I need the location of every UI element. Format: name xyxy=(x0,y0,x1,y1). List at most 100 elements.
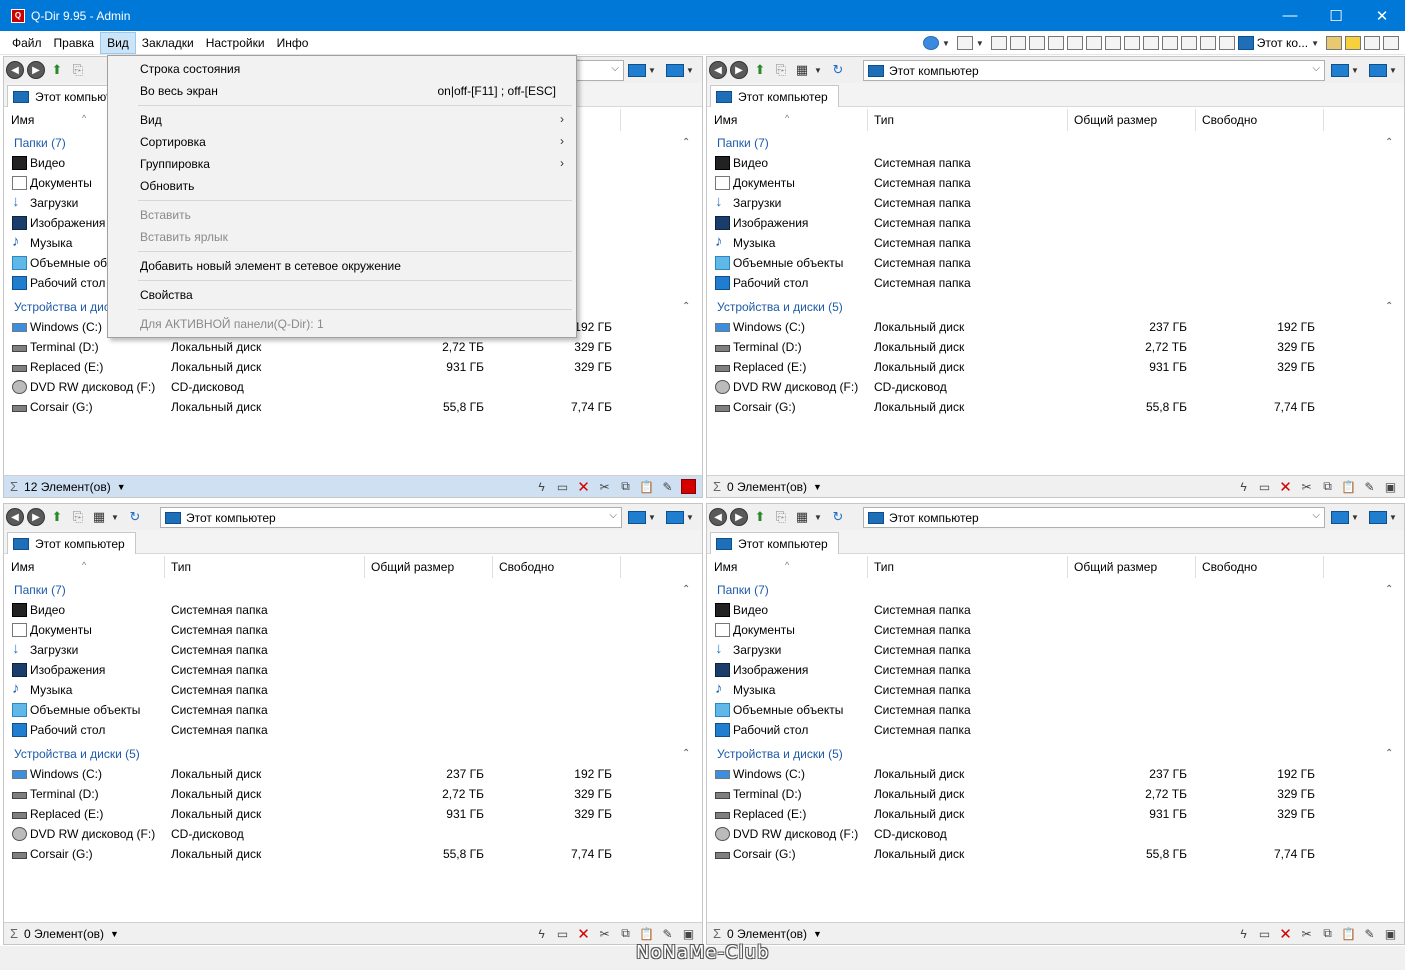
menu-item-properties[interactable]: Свойства xyxy=(108,284,576,306)
list-item[interactable]: Видео Системная папка xyxy=(707,600,1404,620)
tab-this-pc[interactable]: Этот компьютер xyxy=(710,532,839,554)
forward-icon[interactable]: ▶ xyxy=(730,508,748,526)
list-item[interactable]: Изображения Системная папка xyxy=(707,660,1404,680)
collapse-icon[interactable]: ⌃ xyxy=(1385,137,1393,148)
list-item[interactable]: ↓ Загрузки Системная папка xyxy=(4,640,702,660)
list-item[interactable]: ↓ Загрузки Системная папка xyxy=(707,193,1404,213)
group-folders[interactable]: Папки (7) xyxy=(717,136,769,150)
table-row[interactable]: Replaced (E:) Локальный диск 931 ГБ 329 ГБ xyxy=(707,804,1404,824)
col-type[interactable]: Тип xyxy=(874,560,894,574)
list-item[interactable]: Объемные объекты Системная папка xyxy=(707,253,1404,273)
star-icon[interactable] xyxy=(1345,36,1361,50)
address-bar[interactable]: Этот компьютер ⌵ xyxy=(863,507,1325,528)
menu-item-status-bar[interactable]: Строка состояния xyxy=(108,58,576,80)
back-icon[interactable]: ◀ xyxy=(6,61,24,79)
pane-icon[interactable]: ▣ xyxy=(1383,479,1398,494)
menu-item-paste[interactable]: Вставить xyxy=(108,204,576,226)
delete-icon[interactable]: ✕ xyxy=(1278,479,1293,496)
refresh-icon[interactable]: ↻ xyxy=(126,508,144,526)
paste-icon[interactable]: 📋 xyxy=(1341,479,1356,494)
table-row[interactable]: Windows (C:)Локальный диск237 ГБ192 ГБ xyxy=(707,317,1404,337)
view-grid-icon[interactable]: ▦ xyxy=(90,508,108,526)
view-mode-button[interactable]: ▼ xyxy=(628,508,664,526)
new-folder-icon[interactable]: ⎘ xyxy=(69,508,87,526)
layout-9-icon[interactable] xyxy=(1123,36,1140,50)
table-row[interactable]: Terminal (D:) Локальный диск 2,72 ТБ 329 ГБ xyxy=(4,337,702,357)
table-row[interactable]: Windows (C:)Локальный диск237 ГБ192 ГБ xyxy=(707,764,1404,784)
chevron-down-icon[interactable]: ▼ xyxy=(110,929,119,939)
item-count[interactable]: 12 Элемент(ов) xyxy=(24,480,111,494)
tab-this-pc[interactable]: Этот компьютер xyxy=(710,85,839,107)
list-item[interactable]: Изображения Системная папка xyxy=(4,660,702,680)
collapse-icon[interactable]: ⌃ xyxy=(1385,301,1393,312)
close-button[interactable]: ✕ xyxy=(1359,0,1405,31)
layout-3-icon[interactable] xyxy=(1009,36,1026,50)
layout-6-icon[interactable] xyxy=(1066,36,1083,50)
item-count[interactable]: 0 Элемент(ов) xyxy=(24,927,104,941)
table-row[interactable]: Corsair (G:) Локальный диск 55,8 ГБ 7,74 ГБ xyxy=(4,397,702,417)
edit-icon[interactable]: ✎ xyxy=(660,926,675,941)
paste-icon[interactable]: 📋 xyxy=(639,926,654,941)
item-count[interactable]: 0 Элемент(ов) xyxy=(727,480,807,494)
collapse-icon[interactable]: ⌃ xyxy=(682,301,690,312)
list-item[interactable]: Объемные объекты Системная папка xyxy=(4,700,702,720)
list-item[interactable]: ♪ Музыка Системная папка xyxy=(707,680,1404,700)
list-item[interactable]: Объемные объекты Системная папка xyxy=(707,700,1404,720)
delete-icon[interactable]: ✕ xyxy=(576,479,591,496)
layout-13-icon[interactable] xyxy=(1199,36,1216,50)
col-name[interactable]: Имя xyxy=(714,113,737,127)
collapse-icon[interactable]: ⌃ xyxy=(1385,584,1393,595)
pane-icon[interactable]: ▣ xyxy=(1383,926,1398,941)
table-row[interactable]: Replaced (E:) Локальный диск 931 ГБ 329 ГБ xyxy=(4,357,702,377)
tab-this-pc[interactable]: Этот компьютер xyxy=(7,532,136,554)
view-mode-button[interactable]: ▼ xyxy=(1331,508,1367,526)
collapse-icon[interactable]: ⌃ xyxy=(682,748,690,759)
delete-icon[interactable]: ✕ xyxy=(576,926,591,943)
pane-top-right[interactable]: ◀ ▶ ⬆ ⎘ ▦ ▼ ↻ Этот компьютер ⌵ ▼ ▼ Этот к… xyxy=(706,56,1405,498)
rename-icon[interactable]: ▭ xyxy=(555,926,570,941)
chevron-down-icon[interactable]: ⌵ xyxy=(611,63,619,74)
chevron-down-icon[interactable]: ⌵ xyxy=(609,510,617,521)
collapse-icon[interactable]: ⌃ xyxy=(1385,748,1393,759)
table-row[interactable]: Windows (C:)Локальный диск237 ГБ192 ГБ xyxy=(4,764,702,784)
copy-icon[interactable]: ⧉ xyxy=(618,926,633,941)
maximize-button[interactable]: ☐ xyxy=(1313,0,1359,31)
new-folder-icon[interactable]: ⎘ xyxy=(69,61,87,79)
view-options-button[interactable]: ▼ xyxy=(1369,508,1404,526)
group-devices[interactable]: Устройства и диски (5) xyxy=(717,747,843,761)
layout-12-icon[interactable] xyxy=(1180,36,1197,50)
group-devices[interactable]: Устройства и диски (5) xyxy=(14,747,140,761)
rename-icon[interactable]: ▭ xyxy=(1257,479,1272,494)
group-devices[interactable]: Устройства и диски (5) xyxy=(717,300,843,314)
col-total[interactable]: Общий размер xyxy=(1074,560,1157,574)
refresh-icon[interactable]: ↻ xyxy=(829,61,847,79)
menu-view[interactable]: Вид xyxy=(100,31,136,54)
table-row[interactable]: Corsair (G:) Локальный диск 55,8 ГБ 7,74 ГБ xyxy=(707,844,1404,864)
cut-icon[interactable]: ✂ xyxy=(1299,926,1314,941)
new-folder-icon[interactable]: ⎘ xyxy=(772,61,790,79)
col-type[interactable]: Тип xyxy=(171,560,191,574)
lightning-icon[interactable]: ϟ xyxy=(534,926,549,941)
lightning-icon[interactable]: ϟ xyxy=(1236,479,1251,494)
menu-file[interactable]: Файл xyxy=(6,32,48,54)
lightning-icon[interactable]: ϟ xyxy=(534,479,549,494)
delete-icon[interactable]: ✕ xyxy=(1278,926,1293,943)
menu-item-sort[interactable]: Сортировка › xyxy=(108,131,576,153)
cut-icon[interactable]: ✂ xyxy=(597,479,612,494)
view-options-button[interactable]: ▼ xyxy=(1369,61,1404,79)
list-item[interactable]: Изображения Системная папка xyxy=(707,213,1404,233)
layout-2-icon[interactable] xyxy=(990,36,1007,50)
view-grid-icon[interactable]: ▦ xyxy=(793,61,811,79)
menu-item-fullscreen[interactable]: Во весь экран on|off-[F11] ; off-[ESC] xyxy=(108,80,576,102)
table-row[interactable]: Terminal (D:) Локальный диск 2,72 ТБ 329 ГБ xyxy=(707,337,1404,357)
table-row[interactable]: Corsair (G:) Локальный диск 55,8 ГБ 7,74 ГБ xyxy=(4,844,702,864)
collapse-icon[interactable]: ⌃ xyxy=(682,137,690,148)
paste-icon[interactable]: 📋 xyxy=(1341,926,1356,941)
paste-icon[interactable]: 📋 xyxy=(639,479,654,494)
layout-4-icon[interactable] xyxy=(1028,36,1045,50)
list-item[interactable]: Видео Системная папка xyxy=(4,600,702,620)
menu-item-active-pane[interactable]: Для АКТИВНОЙ панели(Q-Dir): 1 xyxy=(108,313,576,335)
table-row[interactable]: DVD RW дисковод (F:) CD-дисковод xyxy=(4,824,702,844)
menu-item-view[interactable]: Вид › xyxy=(108,109,576,131)
address-bar[interactable]: Этот компьютер ⌵ xyxy=(863,60,1325,81)
